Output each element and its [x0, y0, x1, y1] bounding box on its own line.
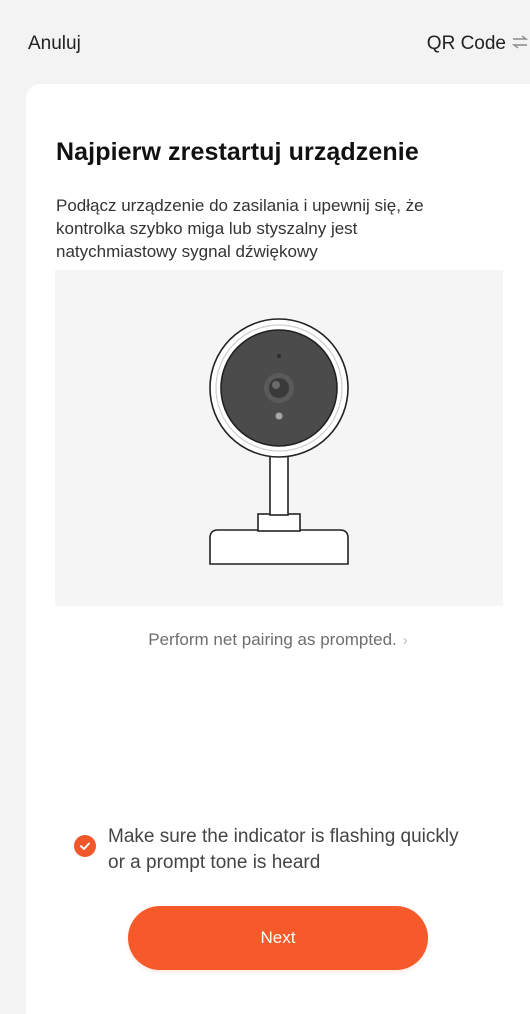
swap-arrows-icon [511, 35, 529, 53]
top-bar: Anuluj QR Code [0, 0, 530, 88]
checkmark-icon[interactable] [74, 835, 96, 857]
net-pairing-link[interactable]: Perform net pairing as prompted. › [26, 630, 530, 650]
chevron-right-icon: › [402, 632, 408, 649]
confirm-label: Make sure the indicator is flashing quic… [108, 826, 459, 873]
net-pairing-label: Perform net pairing as prompted. [148, 630, 397, 649]
qr-code-button[interactable]: QR Code [426, 33, 529, 55]
content-card: Najpierw zrestartuj urządzenie Podłącz u… [26, 84, 530, 1014]
qr-code-label: QR Code [426, 33, 506, 54]
next-button[interactable]: Next [128, 906, 428, 970]
instruction-text: Podłącz urządzenie do zasilania i upewni… [56, 196, 424, 261]
confirm-checkbox-row[interactable]: Make sure the indicator is flashing quic… [74, 824, 468, 876]
cancel-button[interactable]: Anuluj [28, 33, 81, 55]
device-illustration [55, 270, 503, 606]
page-title: Najpierw zrestartuj urządzenie [56, 138, 419, 166]
camera-icon [209, 318, 349, 565]
